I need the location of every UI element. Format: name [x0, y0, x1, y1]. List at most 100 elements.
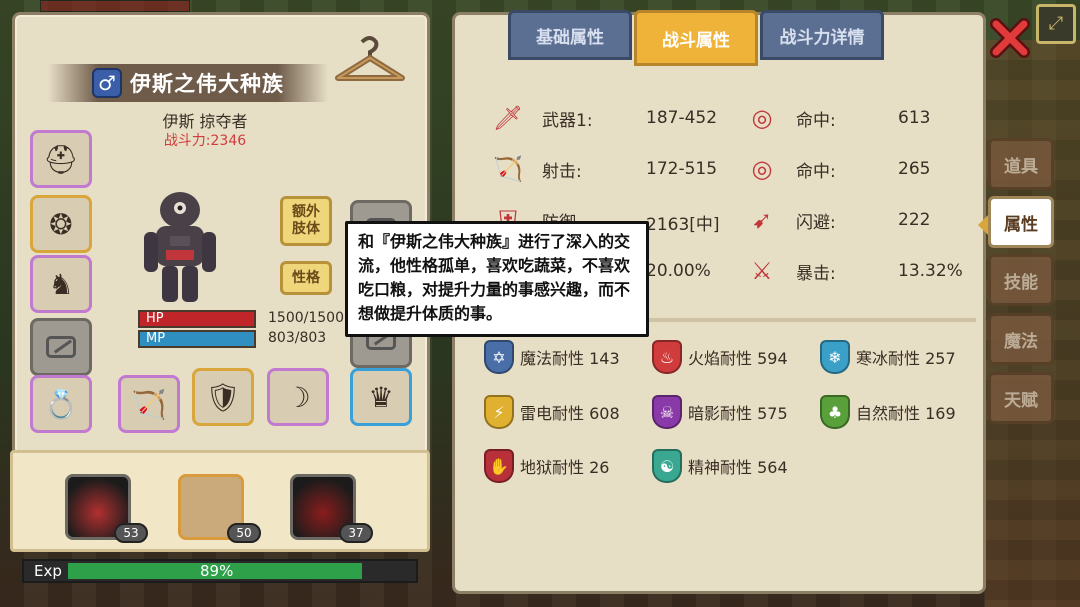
stat-dodge: ➹ 闪避:: [744, 202, 836, 238]
stat-value: 222: [898, 210, 931, 230]
stat-value: 13.32%: [898, 261, 963, 281]
tab-power-details[interactable]: 战斗力详情: [760, 10, 884, 60]
resistance-hell: ✋ 地狱耐性 26: [484, 449, 609, 483]
resistance-label: 自然耐性 169: [856, 404, 956, 423]
resistance-fire: ♨ 火焰耐性 594: [652, 340, 788, 374]
hell-resist-icon: ✋: [484, 449, 514, 483]
character-power: 战斗力:2346: [163, 133, 247, 149]
hp-value: 1500/1500: [268, 310, 344, 326]
stat-value: 2163[中]: [646, 215, 720, 235]
stat-hit-ranged: ◎ 命中:: [744, 151, 836, 187]
side-tab-items[interactable]: 道具: [988, 138, 1054, 190]
tab-basic-attributes[interactable]: 基础属性: [508, 10, 632, 60]
close-icon[interactable]: [990, 18, 1030, 58]
fire-resist-icon: ♨: [652, 340, 682, 374]
stat-name: 命中:: [796, 110, 836, 131]
character-name: 伊斯 掠夺者: [162, 112, 248, 131]
exp-bar: Exp 89%: [22, 559, 418, 583]
character-sprite: [144, 192, 216, 302]
offhand-icon: ☽: [285, 380, 311, 414]
stat-hit: ◎ 命中:: [744, 100, 836, 136]
resistance-label: 精神耐性 564: [688, 458, 788, 477]
hp-label: HP: [146, 311, 164, 326]
crit-icon: ⚔: [751, 257, 773, 285]
stat-weapon: 🗡 武器1:: [490, 100, 593, 136]
stat-name: 闪避:: [796, 212, 836, 233]
resistance-label: 魔法耐性 143: [520, 349, 620, 368]
helmet-slot[interactable]: ⛑: [30, 130, 92, 188]
shadow-resist-icon: ☠: [652, 395, 682, 429]
hanger-icon[interactable]: [332, 32, 408, 88]
resistance-label: 寒冰耐性 257: [856, 349, 956, 368]
race-banner: ♂ 伊斯之伟大种族: [48, 64, 328, 102]
team-member-card[interactable]: 53: [65, 474, 148, 543]
weapon-slot[interactable]: 🏹: [118, 375, 180, 433]
team-member-level: 50: [227, 523, 261, 543]
accessory-slot[interactable]: ♛: [350, 368, 412, 426]
stat-name: 暴击:: [796, 263, 836, 284]
stat-name: 射击:: [542, 161, 582, 182]
empty-slot-icon: [46, 336, 76, 358]
ring-slot[interactable]: 💍: [30, 375, 92, 433]
resistance-label: 火焰耐性 594: [688, 349, 788, 368]
stat-value: 20.00%: [646, 261, 711, 281]
amulet-icon: ❂: [49, 207, 73, 241]
mp-label: MP: [146, 331, 166, 346]
resistance-nature: ♣ 自然耐性 169: [820, 395, 956, 429]
side-tab-magic[interactable]: 魔法: [988, 313, 1054, 365]
sword-icon: 🗡: [492, 104, 524, 132]
personality-button[interactable]: 性格: [280, 261, 332, 295]
armor-slot[interactable]: ♞: [30, 255, 92, 313]
male-gender-icon: ♂: [92, 68, 122, 98]
ring-icon: 💍: [43, 387, 79, 421]
resistance-ice: ❄ 寒冰耐性 257: [820, 340, 956, 374]
stat-value: 613: [898, 108, 931, 128]
shield-slot-icon: 🛡: [205, 380, 241, 414]
shield-slot[interactable]: 🛡: [192, 368, 254, 426]
spirit-resist-icon: ☯: [652, 449, 682, 483]
resistance-label: 雷电耐性 608: [520, 404, 620, 423]
stat-crit: ⚔ 暴击:: [744, 253, 836, 289]
mp-bar: MP: [138, 330, 256, 348]
empty-slot-left[interactable]: [30, 318, 92, 376]
team-member-card[interactable]: 50: [178, 474, 261, 543]
helmet-icon: ⛑: [43, 142, 79, 176]
armor-icon: ♞: [48, 267, 74, 301]
exp-percent: 89%: [200, 562, 234, 580]
magic-resist-icon: ✡: [484, 340, 514, 374]
side-tab-skills[interactable]: 技能: [988, 254, 1054, 306]
ice-resist-icon: ❄: [820, 340, 850, 374]
stat-value: 172-515: [646, 159, 718, 179]
target-icon: ◎: [751, 104, 773, 132]
team-member-card[interactable]: 37: [290, 474, 373, 543]
accessory-icon: ♛: [368, 380, 394, 414]
expand-icon[interactable]: ⤢: [1036, 4, 1076, 44]
background-hp-bar: [40, 0, 190, 12]
team-member-level: 53: [114, 523, 148, 543]
dodge-icon: ➹: [751, 206, 773, 234]
nature-resist-icon: ♣: [820, 395, 850, 429]
bow-icon: 🏹: [493, 155, 523, 183]
stat-name: 武器1:: [542, 110, 593, 131]
resistance-shadow: ☠ 暗影耐性 575: [652, 395, 788, 429]
lightning-resist-icon: ⚡: [484, 395, 514, 429]
amulet-slot[interactable]: ❂: [30, 195, 92, 253]
race-name: 伊斯之伟大种族: [130, 72, 284, 96]
target-icon: ◎: [751, 155, 773, 183]
stat-value: 265: [898, 159, 931, 179]
stat-value: 187-452: [646, 108, 718, 128]
hp-bar: HP: [138, 310, 256, 328]
weapon-icon: 🏹: [131, 387, 167, 421]
stat-ranged: 🏹 射击:: [490, 151, 582, 187]
offhand-slot[interactable]: ☽: [267, 368, 329, 426]
resistance-label: 地狱耐性 26: [520, 458, 610, 477]
extra-limbs-button[interactable]: 额外 肢体: [280, 196, 332, 246]
mp-value: 803/803: [268, 330, 327, 346]
team-member-level: 37: [339, 523, 373, 543]
resistance-spirit: ☯ 精神耐性 564: [652, 449, 788, 483]
side-tab-attributes[interactable]: 属性: [978, 196, 1054, 248]
personality-tooltip: 和『伊斯之伟大种族』进行了深入的交流，他性格孤单，喜欢吃蔬菜，不喜欢吃口粮，对提…: [345, 221, 649, 337]
resistance-lightning: ⚡ 雷电耐性 608: [484, 395, 620, 429]
side-tab-talent[interactable]: 天赋: [988, 372, 1054, 424]
tab-combat-attributes[interactable]: 战斗属性: [634, 10, 758, 66]
